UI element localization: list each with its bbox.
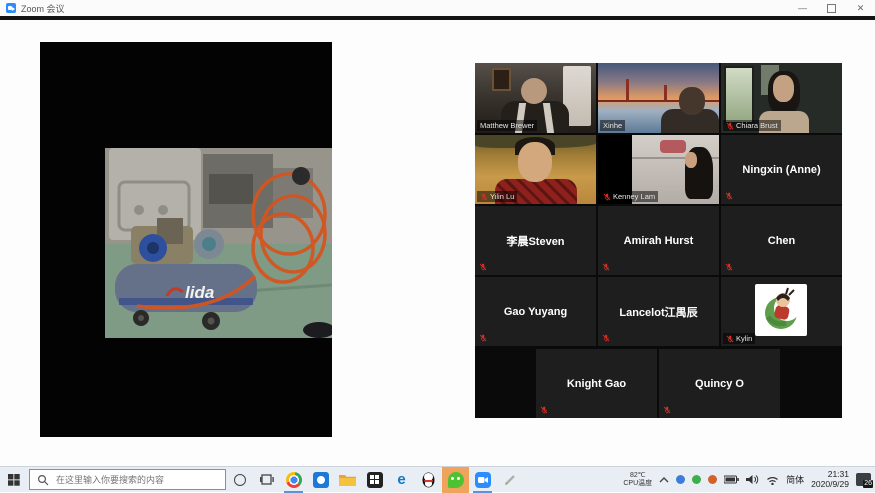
participant-name-text: Ningxin (Anne) (721, 135, 842, 204)
cortana-icon (234, 474, 246, 486)
zoom-logo-icon (6, 3, 16, 13)
participant-tile-knight-gao[interactable]: Knight Gao (536, 349, 657, 418)
edge-icon: e (397, 472, 405, 487)
participant-tile-xinhe[interactable]: Xinhe (598, 63, 719, 133)
green-tray-icon[interactable] (692, 475, 701, 484)
speaker-icon[interactable] (746, 474, 759, 485)
windows-taskbar: e 82℃ (0, 466, 875, 492)
wechat-icon (448, 472, 464, 488)
desktop: Zoom 会议 — ✕ (0, 0, 875, 492)
cpu-temp-label: CPU温度 (623, 480, 652, 488)
muted-mic-icon (663, 406, 671, 414)
notification-center-button[interactable]: 26 (856, 473, 871, 486)
taskbar-app-chrome[interactable] (280, 467, 307, 493)
taskbar-app-file-explorer[interactable] (334, 467, 361, 493)
participant-tile-lancelot[interactable]: Lancelot江禺辰 (598, 277, 719, 346)
blue-video-app-icon (313, 472, 329, 488)
chrome-icon (286, 472, 302, 488)
network-icon[interactable] (766, 475, 779, 485)
muted-mic-icon (540, 406, 548, 414)
system-tray: 82℃ CPU温度 简体 21 (623, 470, 875, 489)
participant-name-label: Yilin Lu (477, 191, 517, 202)
participant-tile-gao-yuyang[interactable]: Gao Yuyang (475, 277, 596, 346)
close-button[interactable]: ✕ (846, 0, 875, 16)
zoom-app-icon (475, 472, 491, 488)
participant-tile-matthew-brewer[interactable]: Matthew Brewer (475, 63, 596, 133)
muted-mic-icon (603, 193, 611, 201)
muted-mic-icon (602, 334, 610, 342)
windows-logo-icon (8, 474, 20, 486)
participant-tile-lichen-steven[interactable]: 李晨Steven (475, 206, 596, 275)
participant-tile-kenney-lam[interactable]: Kenney Lam (598, 135, 719, 204)
notification-count-badge: 26 (863, 480, 873, 488)
window-title: Zoom 会议 (21, 2, 65, 15)
pen-app-icon (503, 473, 517, 487)
participant-name-label: Matthew Brewer (477, 120, 537, 131)
zoom-window-titlebar[interactable]: Zoom 会议 — ✕ (0, 0, 875, 16)
taskbar-app-edge[interactable]: e (388, 467, 415, 493)
taskbar-search-box[interactable] (29, 469, 226, 490)
compressor-logo-text: lida (185, 283, 214, 302)
shared-screen-area: lida (40, 42, 332, 437)
start-button[interactable] (0, 467, 27, 493)
ime-indicator[interactable]: 简体 (786, 473, 804, 486)
muted-mic-icon (725, 263, 733, 271)
participant-tile-amirah-hurst[interactable]: Amirah Hurst (598, 206, 719, 275)
blue-tray-icon[interactable] (676, 475, 685, 484)
video-gallery: Matthew Brewer Xinhe Chiara Brust (475, 63, 842, 418)
muted-mic-icon (726, 335, 734, 343)
muted-mic-icon (602, 263, 610, 271)
participant-name-label: Kylin (723, 333, 755, 344)
qq-icon (421, 472, 436, 488)
cortana-button[interactable] (226, 467, 253, 493)
taskbar-app-zoom[interactable] (469, 467, 496, 493)
maximize-button[interactable] (817, 0, 846, 16)
participant-name-label: Chiara Brust (723, 120, 781, 131)
participant-tile-yilin-lu[interactable]: Yilin Lu (475, 135, 596, 204)
muted-mic-icon (479, 334, 487, 342)
participant-name-text: Gao Yuyang (475, 277, 596, 346)
file-explorer-icon (339, 473, 356, 486)
taskbar-clock[interactable]: 21:31 2020/9/29 (811, 470, 849, 489)
participant-tile-kylin[interactable]: Kylin (721, 277, 842, 346)
participant-tile-chiara-brust[interactable]: Chiara Brust (721, 63, 842, 133)
taskbar-app-qq[interactable] (415, 467, 442, 493)
muted-mic-icon (479, 263, 487, 271)
participant-name-text: Chen (721, 206, 842, 275)
participant-tile-quincy-o[interactable]: Quincy O (659, 349, 780, 418)
window-top-strip (0, 16, 875, 20)
search-input[interactable] (54, 474, 218, 486)
participant-tile-chen[interactable]: Chen (721, 206, 842, 275)
participant-name-text: Amirah Hurst (598, 206, 719, 275)
participant-name-text: Quincy O (659, 349, 780, 418)
participant-tile-ningxin-anne[interactable]: Ningxin (Anne) (721, 135, 842, 204)
cpu-temperature-widget[interactable]: 82℃ CPU温度 (623, 472, 652, 488)
cpu-temp-value: 82℃ (623, 472, 652, 480)
search-icon (36, 474, 52, 486)
battery-icon[interactable] (724, 475, 739, 484)
clock-date: 2020/9/29 (811, 480, 849, 490)
taskbar-app-microsoft-store[interactable] (361, 467, 388, 493)
participant-name-text: Lancelot江禺辰 (598, 277, 719, 346)
task-view-icon (260, 474, 274, 486)
participant-name-text: Knight Gao (536, 349, 657, 418)
muted-mic-icon (480, 193, 488, 201)
hidden-icons-chevron[interactable] (659, 476, 669, 484)
participant-name-text: 李晨Steven (475, 206, 596, 275)
shared-compressor-photo: lida (105, 148, 332, 338)
minimize-button[interactable]: — (788, 0, 817, 16)
participant-name-label: Xinhe (600, 120, 625, 131)
orange-tray-icon[interactable] (708, 475, 717, 484)
maximize-icon (827, 4, 836, 13)
taskbar-app-video[interactable] (307, 467, 334, 493)
taskbar-app-pen[interactable] (496, 467, 523, 493)
taskbar-app-wechat[interactable] (442, 467, 469, 493)
microsoft-store-icon (367, 472, 383, 488)
muted-mic-icon (725, 192, 733, 200)
kylin-avatar-image (755, 284, 807, 336)
participant-name-label: Kenney Lam (600, 191, 658, 202)
task-view-button[interactable] (253, 467, 280, 493)
muted-mic-icon (726, 122, 734, 130)
